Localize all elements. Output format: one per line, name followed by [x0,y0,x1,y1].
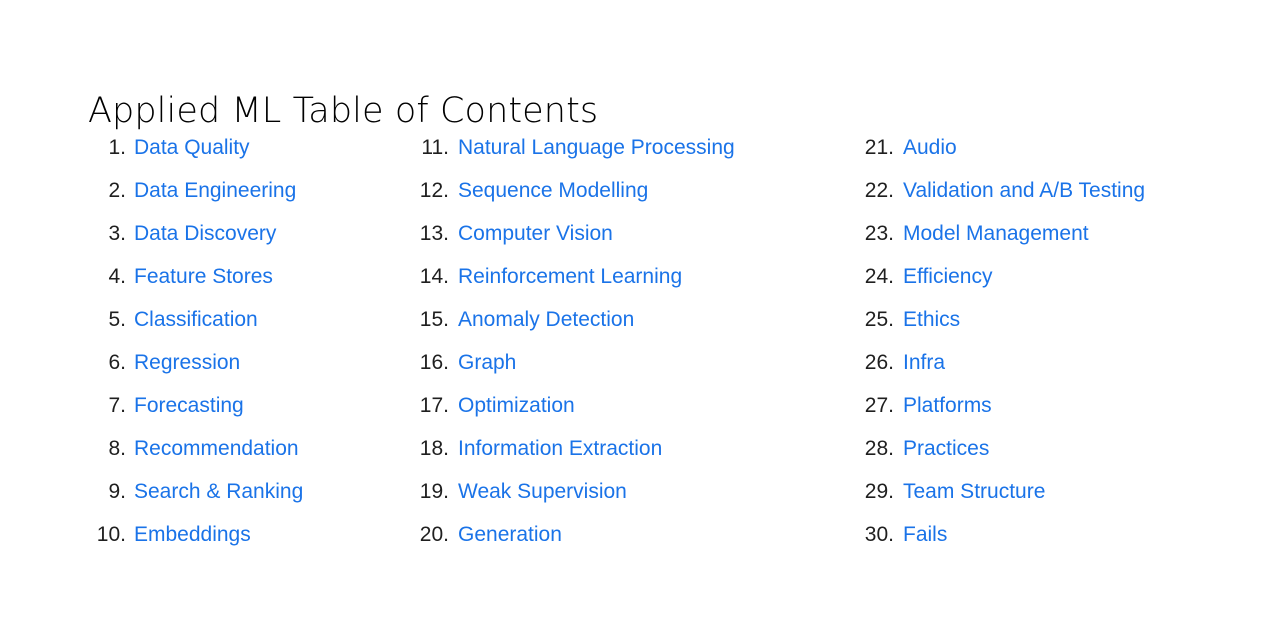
table-of-contents: 1. Data Quality 2. Data Engineering 3. D… [78,126,1228,556]
list-item-number: 28. [864,437,894,460]
toc-link-forecasting[interactable]: Forecasting [134,384,244,427]
toc-link-recommendation[interactable]: Recommendation [134,427,299,470]
list-item[interactable]: 23. Model Management [845,212,1228,255]
toc-column-3: 21. Audio 22. Validation and A/B Testing… [845,126,1228,556]
toc-link-feature-stores[interactable]: Feature Stores [134,255,273,298]
list-item-number: 23. [864,222,894,245]
toc-link-anomaly-detection[interactable]: Anomaly Detection [458,298,634,341]
toc-link-embeddings[interactable]: Embeddings [134,513,251,556]
toc-link-model-management[interactable]: Model Management [903,212,1089,255]
list-item-number: 26. [864,351,894,374]
list-item[interactable]: 11. Natural Language Processing [400,126,845,169]
toc-link-data-engineering[interactable]: Data Engineering [134,169,296,212]
toc-link-weak-supervision[interactable]: Weak Supervision [458,470,627,513]
list-item-number: 16. [419,351,449,374]
toc-link-information-extraction[interactable]: Information Extraction [458,427,662,470]
toc-link-practices[interactable]: Practices [903,427,989,470]
toc-link-optimization[interactable]: Optimization [458,384,575,427]
list-item[interactable]: 28. Practices [845,427,1228,470]
list-item-number: 2. [108,179,126,202]
list-item[interactable]: 15. Anomaly Detection [400,298,845,341]
list-item-number: 4. [108,265,126,288]
list-item-number: 20. [419,523,449,546]
list-item-number: 18. [419,437,449,460]
toc-link-ethics[interactable]: Ethics [903,298,960,341]
slide-canvas: Applied ML Table of Contents 1. Data Qua… [0,0,1280,630]
toc-link-generation[interactable]: Generation [458,513,562,556]
toc-column-2: 11. Natural Language Processing 12. Sequ… [400,126,845,556]
list-item-number: 19. [419,480,449,503]
list-item[interactable]: 18. Information Extraction [400,427,845,470]
toc-link-sequence-modelling[interactable]: Sequence Modelling [458,169,648,212]
toc-link-graph[interactable]: Graph [458,341,516,384]
list-item-number: 5. [108,308,126,331]
list-item-number: 15. [419,308,449,331]
list-item-number: 13. [419,222,449,245]
list-item-number: 12. [419,179,449,202]
toc-link-reinforcement-learning[interactable]: Reinforcement Learning [458,255,682,298]
list-item-number: 29. [864,480,894,503]
list-item[interactable]: 19. Weak Supervision [400,470,845,513]
list-item[interactable]: 29. Team Structure [845,470,1228,513]
list-item-number: 11. [421,136,449,159]
toc-link-team-structure[interactable]: Team Structure [903,470,1045,513]
list-item[interactable]: 5. Classification [78,298,400,341]
list-item[interactable]: 21. Audio [845,126,1228,169]
list-item[interactable]: 16. Graph [400,341,845,384]
list-item[interactable]: 9. Search & Ranking [78,470,400,513]
list-item[interactable]: 7. Forecasting [78,384,400,427]
list-item[interactable]: 8. Recommendation [78,427,400,470]
list-item[interactable]: 20. Generation [400,513,845,556]
list-item-number: 1. [108,136,126,159]
list-item-number: 17. [419,394,449,417]
toc-link-natural-language-processing[interactable]: Natural Language Processing [458,126,735,169]
list-item[interactable]: 13. Computer Vision [400,212,845,255]
list-item[interactable]: 6. Regression [78,341,400,384]
toc-link-search-and-ranking[interactable]: Search & Ranking [134,470,303,513]
toc-link-infra[interactable]: Infra [903,341,945,384]
list-item-number: 3. [108,222,126,245]
list-item-number: 14. [419,265,449,288]
list-item-number: 25. [864,308,894,331]
list-item[interactable]: 3. Data Discovery [78,212,400,255]
list-item[interactable]: 2. Data Engineering [78,169,400,212]
toc-link-audio[interactable]: Audio [903,126,957,169]
list-item[interactable]: 26. Infra [845,341,1228,384]
list-item[interactable]: 25. Ethics [845,298,1228,341]
list-item-number: 22. [864,179,894,202]
list-item-number: 8. [108,437,126,460]
list-item[interactable]: 10. Embeddings [78,513,400,556]
toc-link-platforms[interactable]: Platforms [903,384,992,427]
toc-link-computer-vision[interactable]: Computer Vision [458,212,613,255]
toc-link-fails[interactable]: Fails [903,513,947,556]
list-item-number: 9. [108,480,126,503]
list-item-number: 24. [864,265,894,288]
list-item[interactable]: 4. Feature Stores [78,255,400,298]
list-item-number: 27. [864,394,894,417]
list-item-number: 10. [96,523,126,546]
list-item-number: 30. [864,523,894,546]
list-item[interactable]: 14. Reinforcement Learning [400,255,845,298]
toc-column-1: 1. Data Quality 2. Data Engineering 3. D… [78,126,400,556]
list-item-number: 6. [108,351,126,374]
list-item[interactable]: 12. Sequence Modelling [400,169,845,212]
list-item-number: 21. [864,136,894,159]
toc-link-efficiency[interactable]: Efficiency [903,255,993,298]
list-item[interactable]: 17. Optimization [400,384,845,427]
toc-link-classification[interactable]: Classification [134,298,258,341]
list-item[interactable]: 22. Validation and A/B Testing [845,169,1228,212]
toc-link-data-quality[interactable]: Data Quality [134,126,250,169]
toc-link-data-discovery[interactable]: Data Discovery [134,212,276,255]
list-item[interactable]: 24. Efficiency [845,255,1228,298]
list-item[interactable]: 27. Platforms [845,384,1228,427]
toc-link-validation-and-ab-testing[interactable]: Validation and A/B Testing [903,169,1145,212]
list-item[interactable]: 30. Fails [845,513,1228,556]
list-item[interactable]: 1. Data Quality [78,126,400,169]
list-item-number: 7. [108,394,126,417]
toc-link-regression[interactable]: Regression [134,341,240,384]
